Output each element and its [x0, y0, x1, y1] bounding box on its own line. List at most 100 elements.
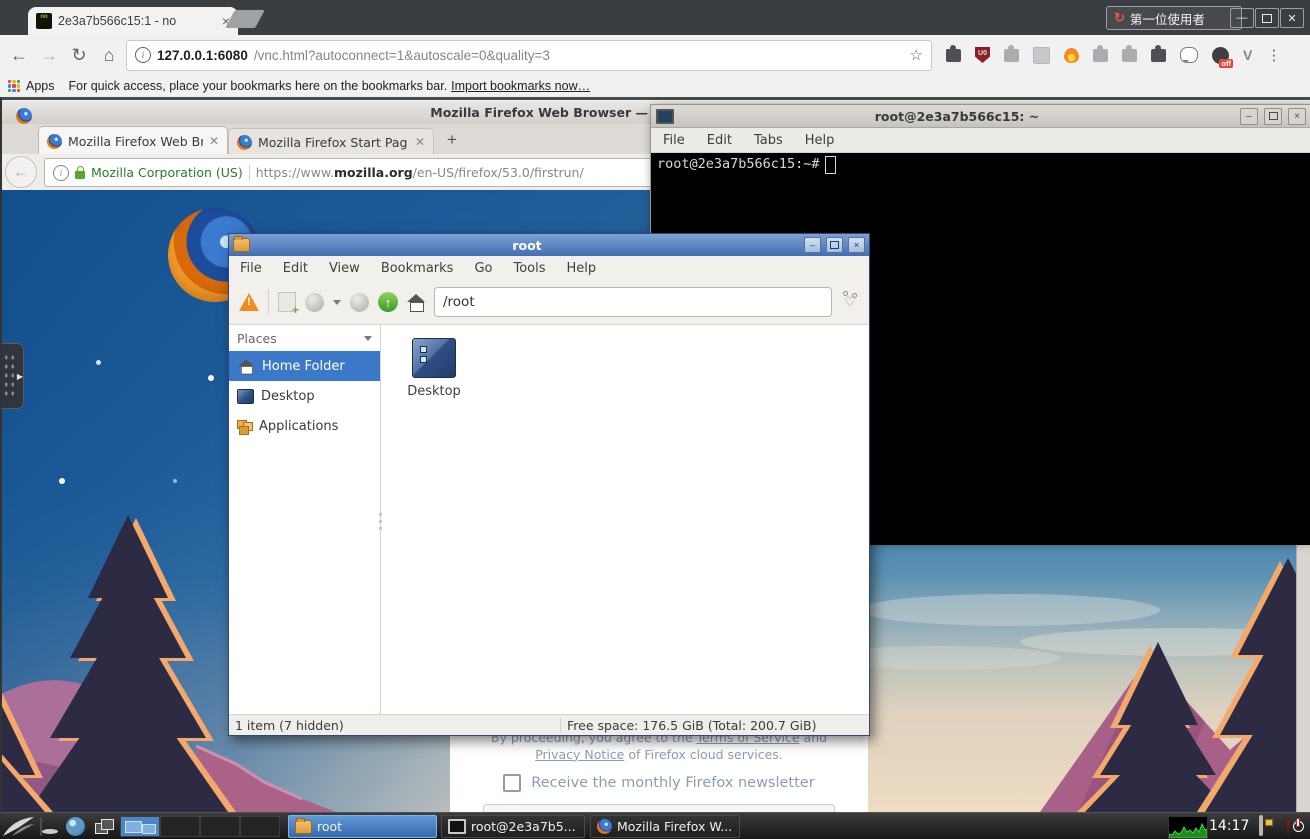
newsletter-checkbox[interactable] — [503, 774, 521, 792]
fm-titlebar[interactable]: root – × — [229, 234, 869, 256]
history-dropdown-icon[interactable] — [333, 300, 341, 309]
flame-extension-icon[interactable] — [1064, 48, 1079, 63]
menu-help[interactable]: Help — [567, 261, 597, 276]
window-maximize-button[interactable] — [1255, 8, 1279, 28]
tab-close-icon[interactable]: ✕ — [209, 134, 219, 148]
chrome-tab-title: 2e3a7b566c15:1 - no — [58, 14, 216, 28]
lock-screen-icon[interactable] — [1259, 815, 1263, 836]
window-minimize-button[interactable]: — — [1230, 8, 1254, 28]
terminal-close-button[interactable]: × — [1288, 108, 1306, 125]
taskbar: root root@2e3a7b5... Mozilla Firefox W..… — [0, 812, 1310, 839]
chrome-menu-icon[interactable]: ⋮ — [1266, 46, 1281, 64]
firefox-back-button[interactable]: ← — [5, 156, 37, 188]
task-button-fm[interactable]: root — [288, 815, 437, 838]
fm-close-button[interactable]: × — [848, 237, 865, 253]
task-button-firefox[interactable]: Mozilla Firefox W... — [590, 815, 740, 838]
clock[interactable]: 14:17 — [1209, 818, 1249, 834]
ublock-shield-icon[interactable]: U0 — [975, 47, 990, 63]
fm-maximize-button[interactable] — [826, 237, 843, 253]
web-browser-launcher-icon[interactable] — [66, 817, 85, 836]
workspace-3[interactable] — [200, 816, 240, 837]
power-button-icon[interactable] — [1287, 815, 1289, 834]
firefox-tab-startpage[interactable]: Mozilla Firefox Start Pag ✕ — [228, 128, 434, 155]
terminal-minimize-button[interactable]: – — [1240, 108, 1258, 125]
home-icon[interactable] — [407, 294, 425, 310]
address-bar[interactable]: i 127.0.0.1:6080 /vnc.html?autoconnect=1… — [126, 40, 932, 71]
menu-tabs[interactable]: Tabs — [754, 133, 783, 148]
menu-view[interactable]: View — [329, 261, 360, 276]
terminal-maximize-button[interactable] — [1264, 108, 1282, 125]
sidebar-splitter[interactable] — [379, 513, 382, 539]
workspace-2[interactable] — [160, 816, 200, 837]
fm-minimize-button[interactable]: – — [804, 237, 821, 253]
fm-toolbar: ↑ /root ♡ — [229, 280, 869, 325]
extension-puzzle-icon[interactable] — [1122, 49, 1137, 62]
forward-icon[interactable]: → — [34, 45, 64, 66]
chevron-down-icon — [364, 336, 372, 345]
menu-go[interactable]: Go — [474, 261, 492, 276]
sidebar-item-desktop[interactable]: Desktop — [229, 381, 380, 411]
chrome-tab[interactable]: no 2e3a7b566c15:1 - no × — [28, 7, 238, 35]
firefox-new-tab-button[interactable]: + — [440, 130, 464, 152]
menu-tools[interactable]: Tools — [513, 261, 545, 276]
menu-file[interactable]: File — [663, 133, 685, 148]
forward-icon[interactable] — [350, 293, 369, 312]
firefox-favicon — [597, 819, 612, 834]
app-menu-icon[interactable] — [3, 816, 35, 837]
page-info-icon[interactable]: i — [135, 47, 151, 63]
back-icon[interactable] — [305, 293, 324, 312]
new-tab-icon[interactable] — [278, 292, 296, 312]
page-info-icon[interactable]: i — [53, 165, 69, 181]
privacy-notice-link[interactable]: Privacy Notice — [535, 747, 624, 762]
firefox-address-bar[interactable]: i Mozilla Corporation (US) https://www.m… — [44, 158, 662, 187]
fm-file-area[interactable]: Desktop — [381, 325, 869, 714]
reload-icon[interactable]: ↻ — [64, 45, 94, 66]
sidebar-item-home[interactable]: Home Folder — [229, 351, 380, 381]
workspace-1[interactable] — [120, 816, 160, 837]
novnc-control-handle[interactable]: ▶ — [0, 343, 24, 409]
file-manager-launcher-icon[interactable] — [40, 817, 42, 836]
firefox-tabbar: Mozilla Firefox Web Bro ✕ Mozilla Firefo… — [0, 124, 650, 154]
terminal-titlebar[interactable]: root@2e3a7b566c15: ~ – × — [651, 105, 1310, 128]
extension-puzzle-icon[interactable] — [1093, 49, 1108, 62]
task-button-terminal[interactable]: root@2e3a7b5... — [441, 815, 585, 838]
workspace-pager[interactable] — [120, 816, 282, 837]
newsletter-label: Receive the monthly Firefox newsletter — [531, 775, 814, 791]
file-item-desktop[interactable]: Desktop — [396, 338, 472, 399]
apps-grid-icon[interactable] — [8, 80, 20, 92]
window-close-button[interactable]: ✕ — [1280, 8, 1304, 28]
chat-extension-icon[interactable] — [1180, 47, 1198, 63]
path-input[interactable]: /root — [434, 287, 832, 317]
site-identity[interactable]: Mozilla Corporation (US) — [91, 165, 243, 180]
sidebar-item-applications[interactable]: Applications — [229, 411, 380, 441]
submit-button-partial[interactable] — [483, 804, 835, 812]
menu-edit[interactable]: Edit — [707, 133, 732, 148]
home-icon[interactable]: ⌂ — [94, 45, 124, 66]
menu-file[interactable]: File — [240, 261, 262, 276]
v-extension-icon[interactable]: V — [1243, 47, 1252, 63]
url-path: /vnc.html?autoconnect=1&autoscale=0&qual… — [254, 48, 904, 63]
proxy-extension-icon[interactable]: off — [1212, 47, 1229, 64]
up-directory-icon[interactable]: ↑ — [378, 292, 398, 312]
bookmark-star-icon[interactable]: ☆ — [910, 46, 923, 64]
side-pane-toggle-icon[interactable]: ♡ — [841, 294, 859, 310]
workspace-4[interactable] — [240, 816, 280, 837]
firefox-icon — [16, 108, 32, 124]
extension-puzzle-icon[interactable] — [946, 49, 961, 62]
menu-bookmarks[interactable]: Bookmarks — [381, 261, 454, 276]
menu-help[interactable]: Help — [805, 133, 835, 148]
back-icon[interactable]: ← — [4, 45, 34, 66]
places-header[interactable]: Places — [229, 325, 380, 351]
profile-badge[interactable]: ↻ 第一位使用者 — [1106, 6, 1242, 30]
url-host: 127.0.0.1:6080 — [157, 48, 248, 63]
apps-label[interactable]: Apps — [26, 79, 55, 93]
menu-edit[interactable]: Edit — [283, 261, 308, 276]
firefox-tab-active[interactable]: Mozilla Firefox Web Bro ✕ — [38, 126, 228, 155]
firefox-url: https://www.mozilla.org/en-US/firefox/53… — [256, 165, 584, 180]
tab-close-icon[interactable]: ✕ — [415, 135, 425, 149]
import-bookmarks-link[interactable]: Import bookmarks now… — [451, 79, 590, 93]
home-icon — [238, 359, 253, 373]
extension-puzzle-icon[interactable] — [1004, 49, 1019, 62]
extension-puzzle-icon[interactable] — [1151, 49, 1166, 62]
extension-grid-icon[interactable] — [1033, 47, 1050, 64]
